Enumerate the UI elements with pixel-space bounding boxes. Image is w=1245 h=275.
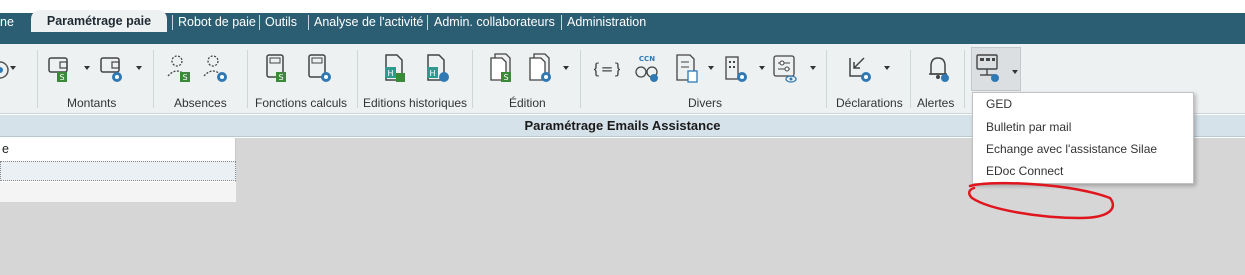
badge-text: CCN <box>639 55 655 63</box>
calculator-settings-icon[interactable] <box>306 52 332 86</box>
export-settings-icon[interactable] <box>846 52 872 86</box>
chevron-down-icon[interactable] <box>708 66 714 70</box>
history-settings-icon[interactable]: H <box>424 52 450 86</box>
group-separator <box>37 50 38 108</box>
menu-item-echange-assistance[interactable]: Echange avec l'assistance Silae <box>986 140 1157 158</box>
formula-icon[interactable]: {=} <box>594 52 620 86</box>
chevron-down-icon[interactable] <box>136 66 142 70</box>
icon-glyph: {=} <box>594 60 620 78</box>
badge-text: S <box>182 73 187 82</box>
menu-item-truncated[interactable]: ne <box>0 13 14 31</box>
badge-text: S <box>59 73 64 82</box>
badge-text: H <box>429 69 435 78</box>
menu-separator <box>259 15 260 30</box>
top-strip <box>0 0 1245 13</box>
list-item[interactable] <box>0 182 236 202</box>
group-separator <box>247 50 248 108</box>
chevron-down-icon[interactable] <box>884 66 890 70</box>
badge-text: H <box>387 69 393 78</box>
badge-text: S <box>503 73 508 82</box>
wallet-settings-icon[interactable] <box>98 52 124 86</box>
group-separator <box>826 50 827 108</box>
chevron-down-icon[interactable] <box>1012 70 1018 74</box>
menu-item-administration[interactable]: Administration <box>567 13 646 31</box>
wallet-money-icon[interactable]: S <box>46 52 72 86</box>
group-label-edition: Édition <box>509 96 546 110</box>
group-separator <box>580 50 581 108</box>
group-label-declarations: Déclarations <box>836 96 903 110</box>
menu-separator <box>172 15 173 30</box>
group-separator <box>910 50 911 108</box>
menu-item-outils[interactable]: Outils <box>265 13 297 31</box>
group-label-fonctions-calculs: Fonctions calculs <box>255 96 348 110</box>
menu-item-admin-collaborateurs[interactable]: Admin. collaborateurs <box>434 13 555 31</box>
menu-item-robot-de-paie[interactable]: Robot de paie <box>178 13 256 31</box>
group-separator <box>153 50 154 108</box>
menu-item-bulletin-par-mail[interactable]: Bulletin par mail <box>986 118 1071 136</box>
group-label-editions-historiques: Editions historiques <box>363 96 468 110</box>
absence-settings-icon[interactable] <box>202 52 228 86</box>
group-label-divers: Divers <box>688 96 723 110</box>
badge-text: S <box>278 73 283 82</box>
group-separator <box>472 50 473 108</box>
list-item-selected[interactable] <box>0 161 236 181</box>
menu-separator <box>308 15 309 30</box>
annotation-ellipse <box>968 181 1115 220</box>
group-label-montants: Montants <box>67 96 117 110</box>
group-separator <box>964 50 965 108</box>
chevron-down-icon[interactable] <box>84 66 90 70</box>
list-item[interactable]: e <box>0 139 236 159</box>
group-label-absences: Absences <box>174 96 227 110</box>
chevron-down-icon[interactable] <box>810 66 816 70</box>
tab-parametrage-paie[interactable]: Paramétrage paie <box>31 10 167 32</box>
building-settings-icon[interactable] <box>722 52 748 86</box>
group-label-alertes: Alertes <box>917 96 955 110</box>
menu-item-analyse-activite[interactable]: Analyse de l'activité <box>314 13 423 31</box>
documents-icon[interactable]: S <box>488 52 514 86</box>
history-document-icon[interactable]: H <box>382 52 408 86</box>
monitor-network-icon[interactable] <box>975 51 1001 85</box>
absence-person-icon[interactable]: S <box>166 52 192 86</box>
chevron-down-icon[interactable] <box>563 66 569 70</box>
chevron-down-icon[interactable] <box>759 66 765 70</box>
bell-alert-icon[interactable] <box>925 52 951 86</box>
documents-settings-icon[interactable] <box>527 52 553 86</box>
sliders-view-icon[interactable] <box>772 52 798 86</box>
menu-separator <box>427 15 428 30</box>
ccn-search-icon[interactable]: CCN <box>634 52 660 86</box>
group-separator <box>357 50 358 108</box>
calculator-icon[interactable]: S <box>264 52 290 86</box>
menu-separator <box>561 15 562 30</box>
menu-item-ged[interactable]: GED <box>986 95 1012 113</box>
chevron-down-icon[interactable] <box>10 66 16 70</box>
checklist-calculator-icon[interactable] <box>674 52 700 86</box>
